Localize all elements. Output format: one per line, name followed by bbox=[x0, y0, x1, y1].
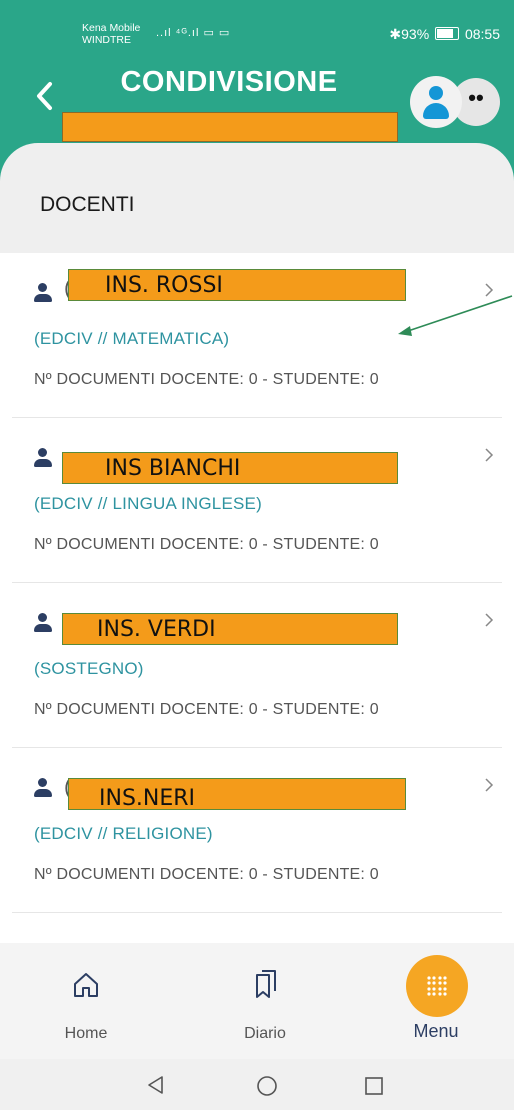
teacher-subject: (SOSTEGNO) bbox=[34, 659, 144, 678]
teacher-subject: (EDCIV // LINGUA INGLESE) bbox=[34, 494, 262, 513]
status-right: ✱93% 08:55 bbox=[389, 26, 500, 43]
menu-button[interactable] bbox=[406, 955, 468, 1017]
nav-diario[interactable]: Diario bbox=[205, 943, 325, 1059]
system-recents-icon[interactable] bbox=[364, 1076, 384, 1096]
person-icon bbox=[34, 448, 52, 468]
nav-menu[interactable]: Menu bbox=[376, 943, 496, 1059]
home-icon bbox=[74, 973, 98, 997]
teacher-list: ( INS. ROSSI (EDCIV // MATEMATICA) Nº DO… bbox=[0, 253, 514, 913]
teacher-name: INS.NERI bbox=[68, 778, 406, 810]
section-header: DOCENTI bbox=[0, 143, 514, 253]
system-nav-bar bbox=[0, 1059, 514, 1110]
chevron-right-icon[interactable] bbox=[482, 448, 496, 462]
system-back-icon[interactable] bbox=[146, 1075, 166, 1095]
person-icon bbox=[34, 778, 52, 798]
battery-percent: 93% bbox=[401, 26, 430, 42]
document-count: Nº DOCUMENTI DOCENTE: 0 - STUDENTE: 0 bbox=[34, 536, 379, 553]
person-icon bbox=[34, 283, 52, 303]
profile-switcher[interactable]: •• bbox=[410, 76, 504, 128]
carrier-network: WINDTRE bbox=[82, 34, 131, 46]
grid-dots-icon bbox=[427, 976, 447, 996]
nav-diario-label: Diario bbox=[244, 1025, 286, 1042]
teacher-subject: (EDCIV // MATEMATICA) bbox=[34, 329, 230, 348]
clock: 08:55 bbox=[464, 26, 500, 42]
section-title: DOCENTI bbox=[40, 193, 135, 216]
teacher-subject: (EDCIV // RELIGIONE) bbox=[34, 824, 213, 843]
battery-icon bbox=[435, 27, 460, 40]
teacher-row[interactable]: INS BIANCHI (EDCIV // LINGUA INGLESE) Nº… bbox=[12, 418, 502, 583]
bookmarks-icon bbox=[256, 970, 276, 998]
nav-home[interactable]: Home bbox=[26, 943, 146, 1059]
person-icon bbox=[34, 613, 52, 633]
chevron-right-icon[interactable] bbox=[482, 778, 496, 792]
document-count: Nº DOCUMENTI DOCENTE: 0 - STUDENTE: 0 bbox=[34, 866, 379, 883]
teacher-name: INS. VERDI bbox=[62, 613, 398, 645]
document-count: Nº DOCUMENTI DOCENTE: 0 - STUDENTE: 0 bbox=[34, 371, 379, 388]
carrier-name: Kena Mobile bbox=[82, 22, 141, 34]
teacher-row[interactable]: ( INS. ROSSI (EDCIV // MATEMATICA) Nº DO… bbox=[12, 253, 502, 418]
nav-menu-label: Menu bbox=[413, 1021, 459, 1041]
teacher-name: INS. ROSSI bbox=[68, 269, 406, 301]
redacted-class-label bbox=[62, 112, 398, 142]
bluetooth-icon: ✱ bbox=[389, 26, 402, 42]
avatar-body bbox=[423, 103, 449, 119]
teacher-row[interactable]: INS. VERDI (SOSTEGNO) Nº DOCUMENTI DOCEN… bbox=[12, 583, 502, 748]
bottom-nav: Home Diario Menu bbox=[0, 943, 514, 1059]
teacher-name: INS BIANCHI bbox=[62, 452, 398, 484]
document-count: Nº DOCUMENTI DOCENTE: 0 - STUDENTE: 0 bbox=[34, 701, 379, 718]
nav-home-label: Home bbox=[64, 1025, 108, 1042]
status-bar: Kena Mobile WINDTRE ..ıl ⁴ᴳ.ıl ▭ ▭ ✱93% … bbox=[0, 22, 514, 52]
chevron-right-icon[interactable] bbox=[482, 283, 496, 297]
signal-icon: ..ıl ⁴ᴳ.ıl ▭ ▭ bbox=[156, 27, 231, 39]
carrier-info: Kena Mobile WINDTRE bbox=[82, 22, 140, 46]
avatar[interactable] bbox=[410, 76, 462, 128]
avatar-head bbox=[429, 86, 443, 100]
chevron-right-icon[interactable] bbox=[482, 613, 496, 627]
system-home-icon[interactable] bbox=[256, 1075, 278, 1097]
teacher-row[interactable]: ( INS.NERI (EDCIV // RELIGIONE) Nº DOCUM… bbox=[12, 748, 502, 913]
